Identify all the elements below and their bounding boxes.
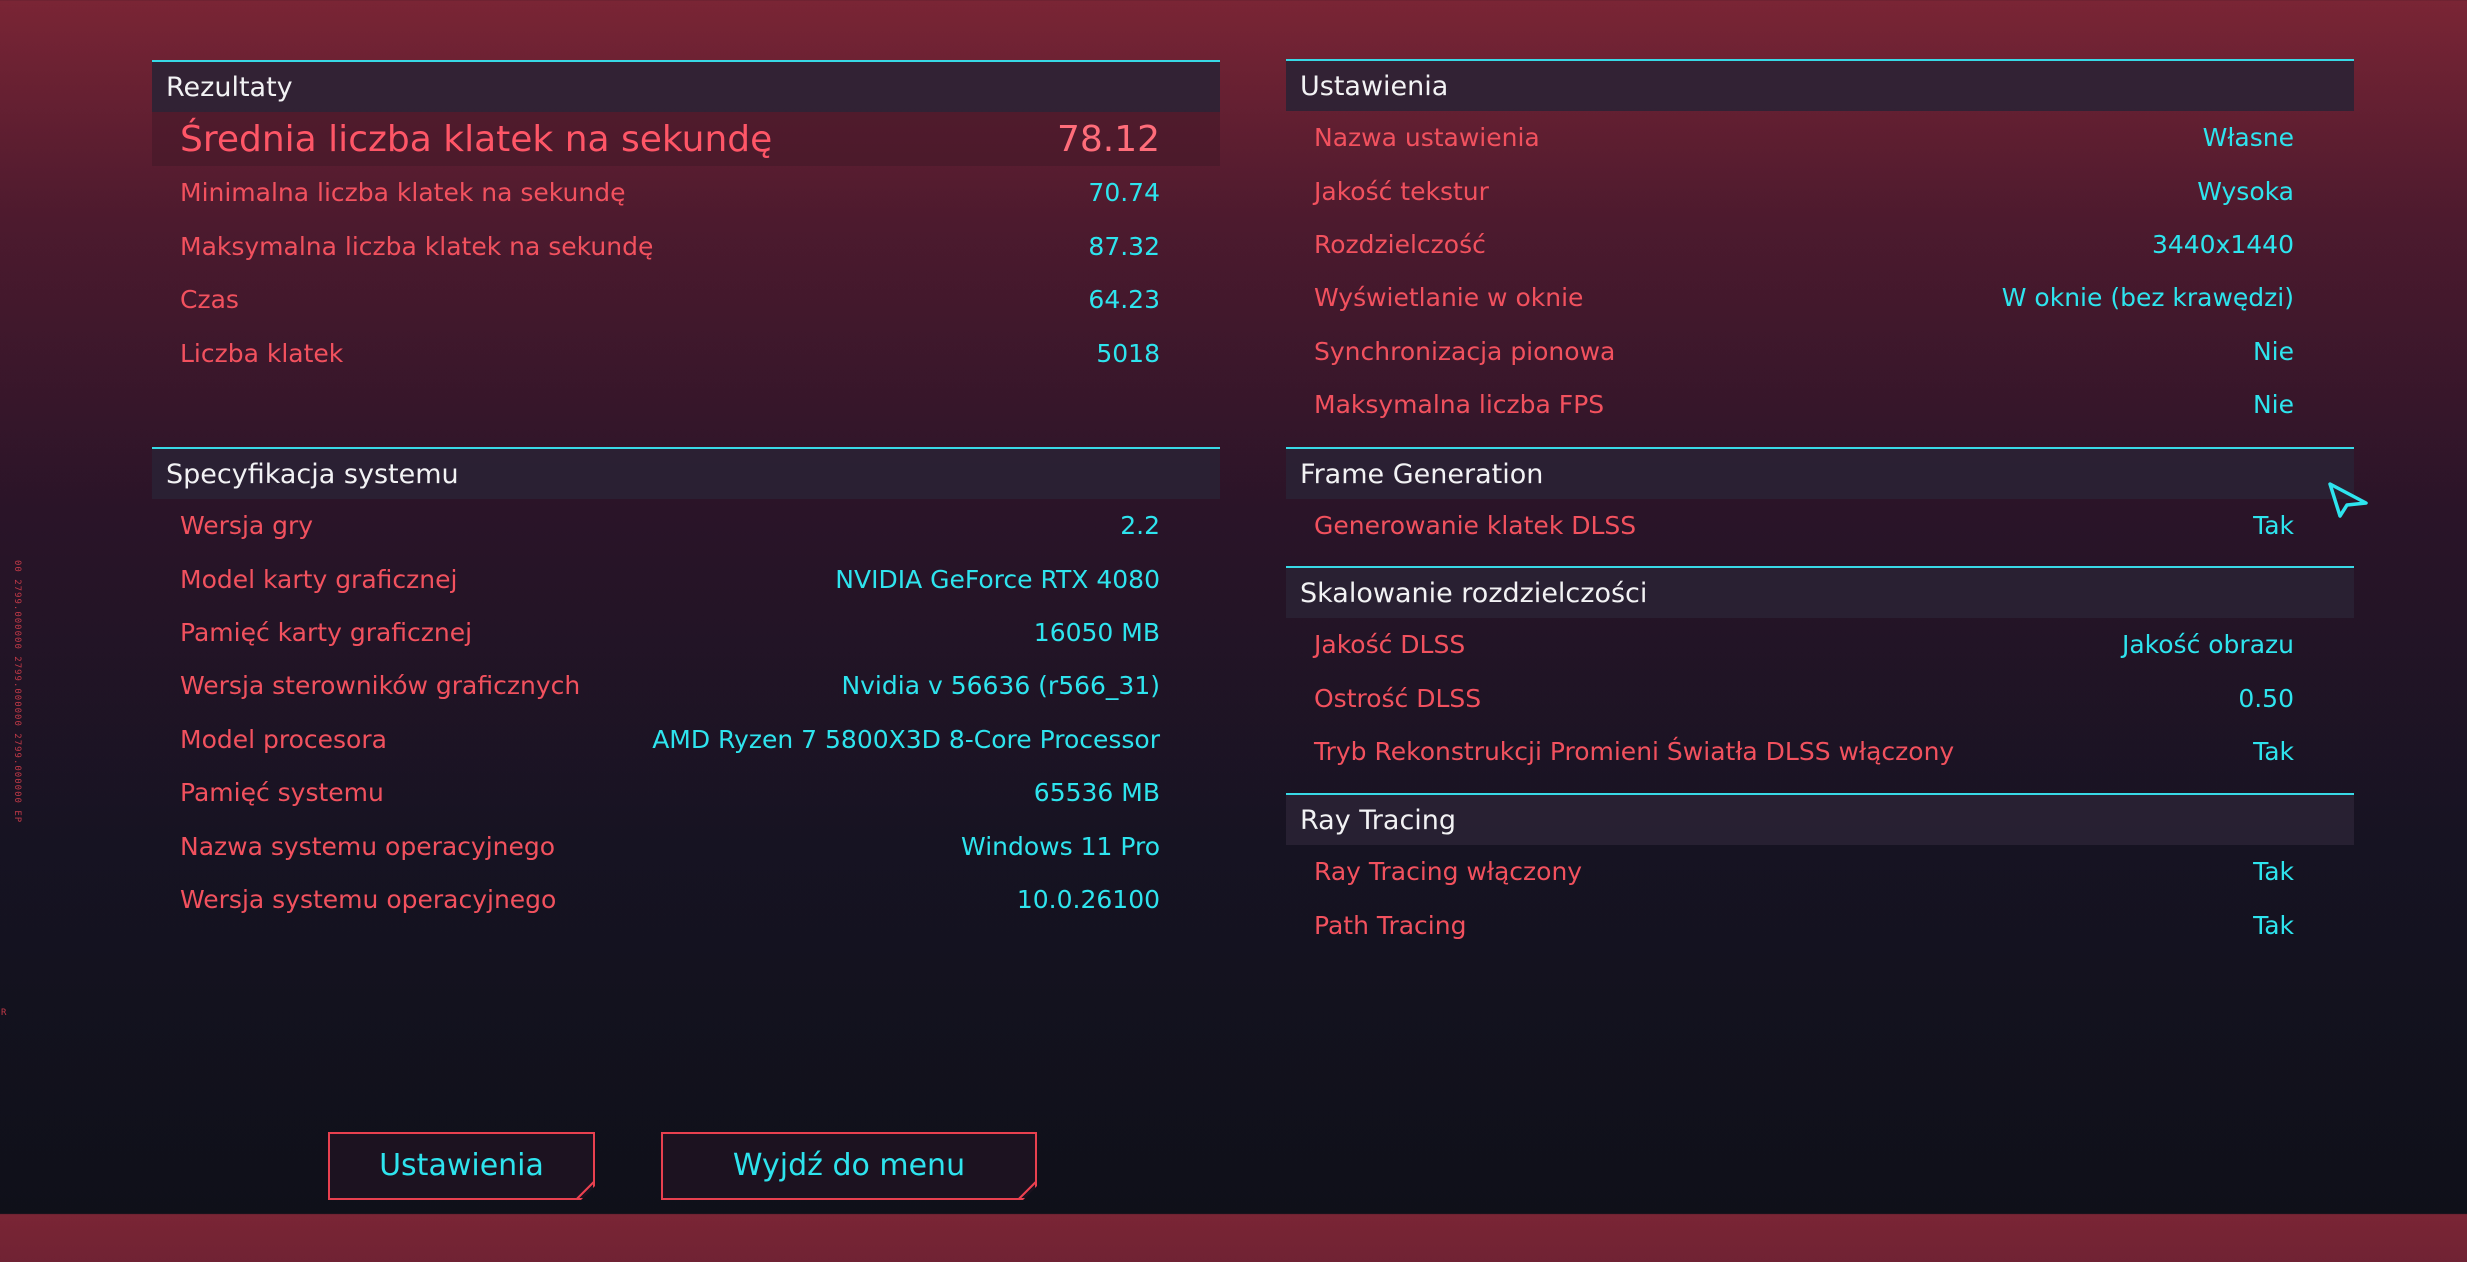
- spec-value: 65536 MB: [1033, 778, 1160, 808]
- result-label: Liczba klatek: [180, 338, 344, 368]
- result-value: 70.74: [1088, 178, 1160, 208]
- spec-label: Pamięć systemu: [180, 778, 384, 808]
- settings-row-texture-quality: Jakość tekstur Wysoka: [1286, 164, 2354, 217]
- spec-value: AMD Ryzen 7 5800X3D 8-Core Processor: [652, 724, 1160, 754]
- setting-label: Nazwa ustawienia: [1314, 123, 1540, 153]
- setting-value: Wysoka: [2197, 176, 2294, 206]
- setting-value: Tak: [2253, 511, 2294, 541]
- result-row-max-fps: Maksymalna liczba klatek na sekundę 87.3…: [152, 220, 1220, 274]
- system-row-system-memory: Pamięć systemu 65536 MB: [152, 766, 1220, 819]
- results-panel: Rezultaty Średnia liczba klatek na sekun…: [152, 60, 1220, 380]
- result-label: Minimalna liczba klatek na sekundę: [180, 178, 626, 208]
- spec-label: Model procesora: [180, 724, 387, 754]
- resolution-scaling-panel: Skalowanie rozdzielczości Jakość DLSS Ja…: [1286, 566, 2354, 778]
- result-row-frame-count: Liczba klatek 5018: [152, 327, 1220, 381]
- ray-tracing-title: Ray Tracing: [1286, 793, 2354, 845]
- system-spec-panel: Specyfikacja systemu Wersja gry 2.2 Mode…: [152, 447, 1220, 926]
- result-label: Czas: [180, 285, 239, 315]
- result-row-min-fps: Minimalna liczba klatek na sekundę 70.74: [152, 166, 1220, 220]
- frame-generation-title: Frame Generation: [1286, 447, 2354, 499]
- result-value: 5018: [1096, 338, 1160, 368]
- spec-value: Nvidia v 56636 (r566_31): [841, 671, 1160, 701]
- result-label: Średnia liczba klatek na sekundę: [180, 118, 773, 160]
- raytracing-row-enabled: Ray Tracing włączony Tak: [1286, 845, 2354, 898]
- setting-value: Jakość obrazu: [2121, 630, 2294, 660]
- system-row-gpu-model: Model karty graficznej NVIDIA GeForce RT…: [152, 552, 1220, 605]
- setting-value: W oknie (bez krawędzi): [2001, 283, 2294, 313]
- setting-value: Nie: [2252, 336, 2294, 366]
- result-label: Maksymalna liczba klatek na sekundę: [180, 231, 654, 261]
- frame-generation-panel: Frame Generation Generowanie klatek DLSS…: [1286, 447, 2354, 552]
- setting-label: Path Tracing: [1314, 910, 1467, 940]
- results-title: Rezultaty: [152, 60, 1220, 112]
- ray-tracing-panel: Ray Tracing Ray Tracing włączony Tak Pat…: [1286, 793, 2354, 952]
- setting-value: 0.50: [2238, 683, 2294, 713]
- setting-label: Ostrość DLSS: [1314, 683, 1482, 713]
- settings-row-resolution: Rozdzielczość 3440x1440: [1286, 218, 2354, 271]
- scaling-row-dlss-quality: Jakość DLSS Jakość obrazu: [1286, 618, 2354, 671]
- settings-row-vsync: Synchronizacja pionowa Nie: [1286, 325, 2354, 378]
- setting-value: Tak: [2253, 736, 2294, 766]
- setting-label: Jakość DLSS: [1314, 630, 1466, 660]
- resolution-scaling-title: Skalowanie rozdzielczości: [1286, 566, 2354, 618]
- setting-value: Tak: [2253, 910, 2294, 940]
- system-spec-title: Specyfikacja systemu: [152, 447, 1220, 499]
- exit-to-main-menu-button[interactable]: Wyjdź do menu głównego: [661, 1132, 1037, 1200]
- system-row-os-version: Wersja systemu operacyjnego 10.0.26100: [152, 873, 1220, 926]
- spec-label: Wersja systemu operacyjnego: [180, 884, 557, 914]
- framegen-row-dlss-frame-gen: Generowanie klatek DLSS Tak: [1286, 499, 2354, 552]
- system-row-gpu-memory: Pamięć karty graficznej 16050 MB: [152, 606, 1220, 659]
- spec-value: 2.2: [1120, 511, 1160, 541]
- side-debug-text: 00 2799.000000 2799.000000 2799.000000 E…: [12, 560, 22, 824]
- setting-label: Jakość tekstur: [1314, 176, 1489, 206]
- system-row-game-version: Wersja gry 2.2: [152, 499, 1220, 552]
- raytracing-row-path-tracing: Path Tracing Tak: [1286, 898, 2354, 951]
- setting-label: Ray Tracing włączony: [1314, 857, 1583, 887]
- settings-row-preset-name: Nazwa ustawienia Własne: [1286, 111, 2354, 164]
- setting-label: Rozdzielczość: [1314, 229, 1486, 259]
- spec-label: Model karty graficznej: [180, 564, 458, 594]
- side-mark: R: [1, 1008, 7, 1018]
- spec-label: Wersja sterowników graficznych: [180, 671, 581, 701]
- setting-label: Wyświetlanie w oknie: [1314, 283, 1584, 313]
- system-row-driver-version: Wersja sterowników graficznych Nvidia v …: [152, 659, 1220, 712]
- spec-value: 16050 MB: [1033, 617, 1160, 647]
- settings-row-window-mode: Wyświetlanie w oknie W oknie (bez krawęd…: [1286, 271, 2354, 324]
- settings-panel: Ustawienia Nazwa ustawienia Własne Jakoś…: [1286, 59, 2354, 431]
- result-row-time: Czas 64.23: [152, 273, 1220, 327]
- settings-row-max-fps: Maksymalna liczba FPS Nie: [1286, 378, 2354, 431]
- spec-value: NVIDIA GeForce RTX 4080: [835, 564, 1160, 594]
- setting-label: Generowanie klatek DLSS: [1314, 511, 1637, 541]
- setting-value: Tak: [2253, 857, 2294, 887]
- scaling-row-ray-reconstruction: Tryb Rekonstrukcji Promieni Światła DLSS…: [1286, 725, 2354, 778]
- result-value: 87.32: [1088, 231, 1160, 261]
- result-row-avg-fps: Średnia liczba klatek na sekundę 78.12: [152, 112, 1220, 166]
- system-row-os-name: Nazwa systemu operacyjnego Windows 11 Pr…: [152, 819, 1220, 872]
- system-row-cpu-model: Model procesora AMD Ryzen 7 5800X3D 8-Co…: [152, 713, 1220, 766]
- result-value: 64.23: [1088, 285, 1160, 315]
- setting-label: Maksymalna liczba FPS: [1314, 390, 1605, 420]
- settings-button[interactable]: Ustawienia: [328, 1132, 595, 1200]
- settings-title: Ustawienia: [1286, 59, 2354, 111]
- arrow-cursor-icon: [2328, 482, 2368, 518]
- result-value: 78.12: [1056, 118, 1160, 160]
- setting-value: Nie: [2252, 390, 2294, 420]
- spec-label: Pamięć karty graficznej: [180, 617, 473, 647]
- setting-label: Tryb Rekonstrukcji Promieni Światła DLSS…: [1314, 736, 1955, 766]
- spec-value: Windows 11 Pro: [961, 831, 1160, 861]
- spec-label: Nazwa systemu operacyjnego: [180, 831, 556, 861]
- setting-label: Synchronizacja pionowa: [1314, 336, 1616, 366]
- setting-value: Własne: [2202, 123, 2294, 153]
- setting-value: 3440x1440: [2151, 229, 2294, 259]
- scaling-row-dlss-sharpness: Ostrość DLSS 0.50: [1286, 671, 2354, 724]
- spec-value: 10.0.26100: [1016, 884, 1160, 914]
- spec-label: Wersja gry: [180, 511, 314, 541]
